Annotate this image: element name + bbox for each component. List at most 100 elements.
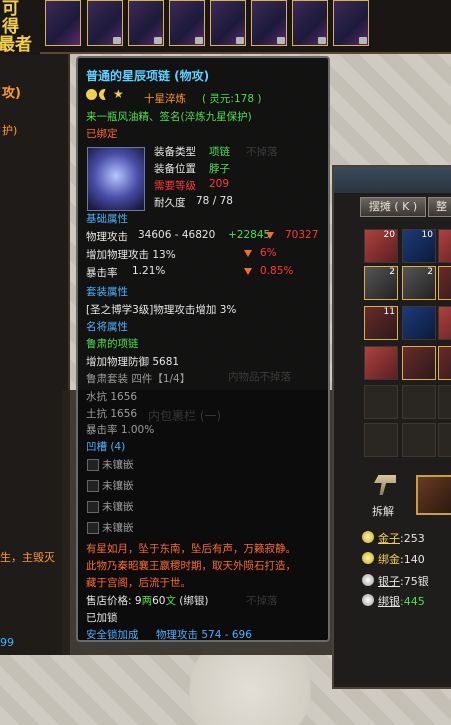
crit-rate-2: 暴击率 1.00% — [86, 424, 155, 436]
lock-icon — [318, 37, 326, 44]
refine-level: 十星淬炼 — [144, 93, 186, 105]
inventory-slot[interactable]: 2 — [402, 266, 436, 300]
lore-line-1: 有星如月，坠于东南，坠后有声，万籁寂静。 — [86, 543, 296, 555]
down-arrow-icon — [264, 229, 276, 241]
durability-label: 耐久度 — [154, 197, 186, 209]
req-level-value: 209 — [209, 178, 230, 190]
named-attr-header: 名将属性 — [86, 321, 128, 333]
lore-line-2: 此物乃秦昭襄王嬴稷时期，取天外陨石打造， — [86, 560, 296, 572]
price-unit-2: 文 — [165, 595, 176, 607]
left-panel: 可 得 最者 攻) 护) 生，主毁灭 99 — [0, 0, 70, 655]
spirit-value: ( 灵元:178 ) — [202, 93, 262, 105]
equip-type-value: 项链 — [209, 146, 230, 158]
faded-text: 不掉落 — [246, 146, 278, 158]
named-attr-line: 增加物理防御 5681 — [86, 356, 180, 368]
price-label: 售店价格: — [86, 595, 132, 607]
star-icon: ★ — [113, 87, 124, 101]
lock-icon — [154, 37, 162, 44]
moon-icon — [99, 89, 106, 100]
equip-slot-5[interactable] — [210, 0, 246, 46]
sort-button[interactable]: 整 — [428, 197, 451, 217]
item-count: 20 — [383, 230, 395, 240]
item-count: 2 — [427, 267, 433, 277]
item-tooltip: 普通的星辰项链 (物攻) ★ 十星淬炼 ( 灵元:178 ) 来一瓶风油精、签名… — [76, 56, 330, 642]
price-value-1: 9 — [134, 595, 142, 607]
gold-coin-icon — [362, 531, 374, 543]
lock-icon — [195, 37, 203, 44]
named-item-name: 鲁肃的项链 — [86, 338, 139, 350]
left-number-fragment: 99 — [0, 636, 14, 649]
inventory-slot[interactable]: 11 — [364, 306, 398, 340]
inventory-panel: 摆摊 ( K ) 整 20 10 2 2 11 拆解 — [332, 165, 451, 689]
inventory-slot[interactable]: 2 — [364, 266, 398, 300]
bound-silver-label: 绑银 — [378, 595, 400, 608]
price-unit-1: 两 — [141, 595, 153, 607]
bound-silver-value: :445 — [400, 595, 425, 608]
silver-row: 银子:75银 — [378, 573, 429, 589]
equip-slot-1[interactable] — [45, 0, 81, 46]
inventory-slot[interactable] — [402, 385, 436, 419]
inventory-slot[interactable] — [364, 423, 398, 457]
inventory-slot[interactable] — [364, 385, 398, 419]
equip-slot-3[interactable] — [128, 0, 164, 46]
req-level-label: 需要等级 — [154, 180, 196, 192]
necklace-icon — [87, 147, 145, 211]
durability-value: 78 / 78 — [196, 195, 233, 207]
inventory-slot[interactable]: 20 — [364, 229, 398, 263]
socket-checkbox — [87, 501, 99, 513]
bound-gold-label: 绑金 — [378, 553, 400, 566]
phys-atk-diff: 70327 — [285, 229, 319, 241]
down-arrow-icon — [242, 265, 254, 277]
equip-slot-4[interactable] — [169, 0, 205, 46]
inventory-header — [334, 167, 451, 193]
safe-lock-attr: 物理攻击 574 - 696 — [156, 629, 252, 641]
inventory-slot[interactable] — [438, 385, 451, 419]
equip-slot-7[interactable] — [292, 0, 328, 46]
sun-icon — [86, 89, 97, 100]
inventory-slot[interactable] — [438, 229, 451, 263]
lock-icon — [113, 37, 121, 44]
price-bind: (绑银) — [179, 595, 209, 607]
lock-icon — [359, 37, 367, 44]
crit-label: 暴击率 — [86, 267, 118, 279]
inventory-slot[interactable] — [402, 346, 436, 380]
equip-slot-6[interactable] — [251, 0, 287, 46]
crit-diff: 0.85% — [260, 265, 294, 277]
phys-atk-value: 34606 - 46820 — [138, 229, 216, 241]
inventory-slot[interactable] — [402, 423, 436, 457]
inventory-slot[interactable] — [402, 306, 436, 340]
set-attr-line: [圣之博学3级]物理攻击增加 3% — [86, 304, 237, 316]
safe-lock-label: 安全锁加成 — [86, 629, 139, 641]
socket-2: 未镶嵌 — [102, 480, 134, 492]
stall-button[interactable]: 摆摊 ( K ) — [360, 197, 426, 217]
inventory-slot[interactable] — [438, 266, 451, 300]
silver-value: :75银 — [400, 575, 429, 588]
socket-1: 未镶嵌 — [102, 459, 134, 471]
left-lore-fragment: 生，主毁灭 — [0, 551, 55, 564]
bound-status: 已绑定 — [86, 128, 118, 140]
inventory-slot[interactable] — [438, 346, 451, 380]
item-count: 11 — [383, 307, 395, 317]
faded-text: 内物品不掉落 — [228, 371, 291, 383]
phys-atk-pct: 增加物理攻击 13% — [86, 249, 176, 261]
socket-3: 未镶嵌 — [102, 501, 134, 513]
inventory-slot[interactable]: 10 — [402, 229, 436, 263]
left-char-3: 最者 — [0, 35, 32, 55]
inventory-slot[interactable] — [364, 346, 398, 380]
basic-attr-header: 基础属性 — [86, 213, 128, 225]
silver-coin-icon — [362, 574, 374, 586]
silver-label: 银子 — [378, 575, 400, 588]
item-count: 10 — [421, 230, 433, 240]
phys-atk-label: 物理攻击 — [86, 231, 128, 243]
price-row: 售店价格: 9两60文 (绑银) — [86, 593, 209, 608]
inventory-slot[interactable] — [438, 306, 451, 340]
treasure-bag-button[interactable] — [416, 475, 451, 515]
equip-slot-8[interactable] — [333, 0, 369, 46]
socket-header: 凹槽 (4) — [86, 441, 126, 453]
equip-slot-2[interactable] — [87, 0, 123, 46]
lore-line-3: 藏于宫阁，后流于世。 — [86, 577, 191, 589]
hammer-icon[interactable] — [374, 475, 396, 495]
inventory-slot[interactable] — [438, 423, 451, 457]
lock-icon — [277, 37, 285, 44]
gold-label: 金子 — [378, 532, 400, 545]
